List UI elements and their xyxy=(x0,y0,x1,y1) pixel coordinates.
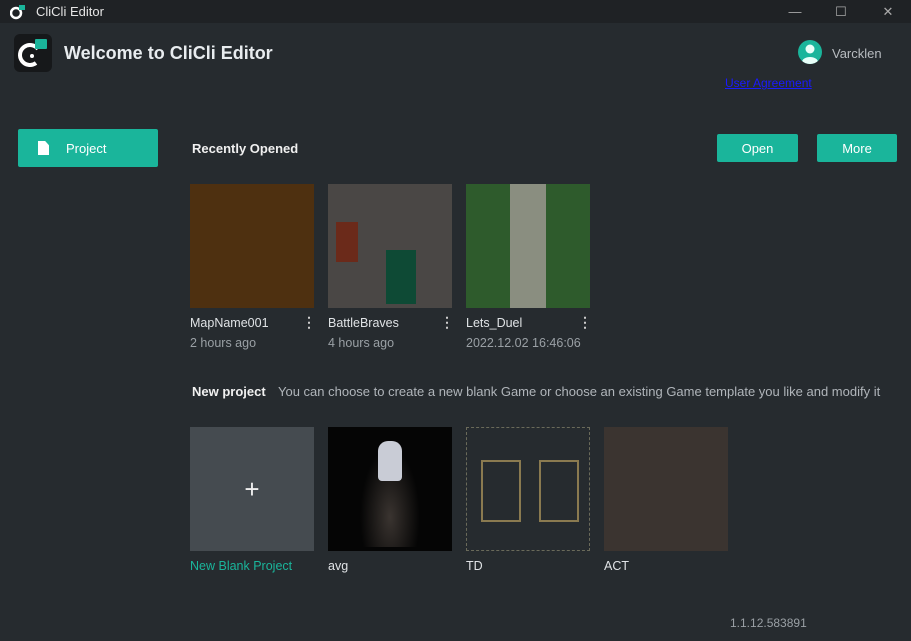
close-button[interactable]: ✕ xyxy=(865,0,911,23)
sidebar-item-project[interactable]: Project xyxy=(18,129,158,167)
new-project-description: You can choose to create a new blank Gam… xyxy=(278,384,881,399)
recent-thumbnail[interactable] xyxy=(190,184,314,308)
recently-opened-heading: Recently Opened xyxy=(192,141,299,156)
new-blank-project-label[interactable]: New Blank Project xyxy=(190,559,292,573)
recent-name[interactable]: Lets_Duel xyxy=(466,316,522,330)
recent-time: 2 hours ago xyxy=(190,336,257,350)
more-options-icon[interactable]: ⋮ xyxy=(440,314,454,331)
maximize-button[interactable]: ☐ xyxy=(818,0,864,23)
template-name[interactable]: TD xyxy=(466,559,483,573)
template-thumbnail[interactable] xyxy=(466,427,590,551)
template-thumbnail[interactable] xyxy=(604,427,728,551)
new-project-heading: New project xyxy=(192,384,266,399)
template-name[interactable]: avg xyxy=(328,559,348,573)
recent-name[interactable]: MapName001 xyxy=(190,316,269,330)
username[interactable]: Varcklen xyxy=(832,46,882,61)
app-logo xyxy=(14,34,52,72)
sidebar-item-label: Project xyxy=(66,140,107,156)
recent-name[interactable]: BattleBraves xyxy=(328,316,399,330)
file-icon xyxy=(38,141,49,155)
app-logo-icon xyxy=(10,4,25,19)
open-button[interactable]: Open xyxy=(717,134,798,162)
user-avatar-icon[interactable] xyxy=(798,40,822,64)
window-title: CliCli Editor xyxy=(36,4,104,19)
recent-thumbnail[interactable] xyxy=(328,184,452,308)
version-label: 1.1.12.583891 xyxy=(730,616,807,630)
minimize-button[interactable]: — xyxy=(772,0,818,23)
more-options-icon[interactable]: ⋮ xyxy=(578,314,592,331)
more-options-icon[interactable]: ⋮ xyxy=(302,314,316,331)
new-blank-project-card[interactable]: + xyxy=(190,427,314,551)
plus-icon: + xyxy=(244,473,260,504)
welcome-heading: Welcome to CliCli Editor xyxy=(64,43,273,63)
user-agreement-link[interactable]: User Agreement xyxy=(725,76,812,90)
recent-time: 2022.12.02 16:46:06 xyxy=(466,336,581,350)
recent-time: 4 hours ago xyxy=(328,336,395,350)
template-name[interactable]: ACT xyxy=(604,559,629,573)
template-thumbnail[interactable] xyxy=(328,427,452,551)
more-button[interactable]: More xyxy=(817,134,897,162)
recent-thumbnail[interactable] xyxy=(466,184,590,308)
